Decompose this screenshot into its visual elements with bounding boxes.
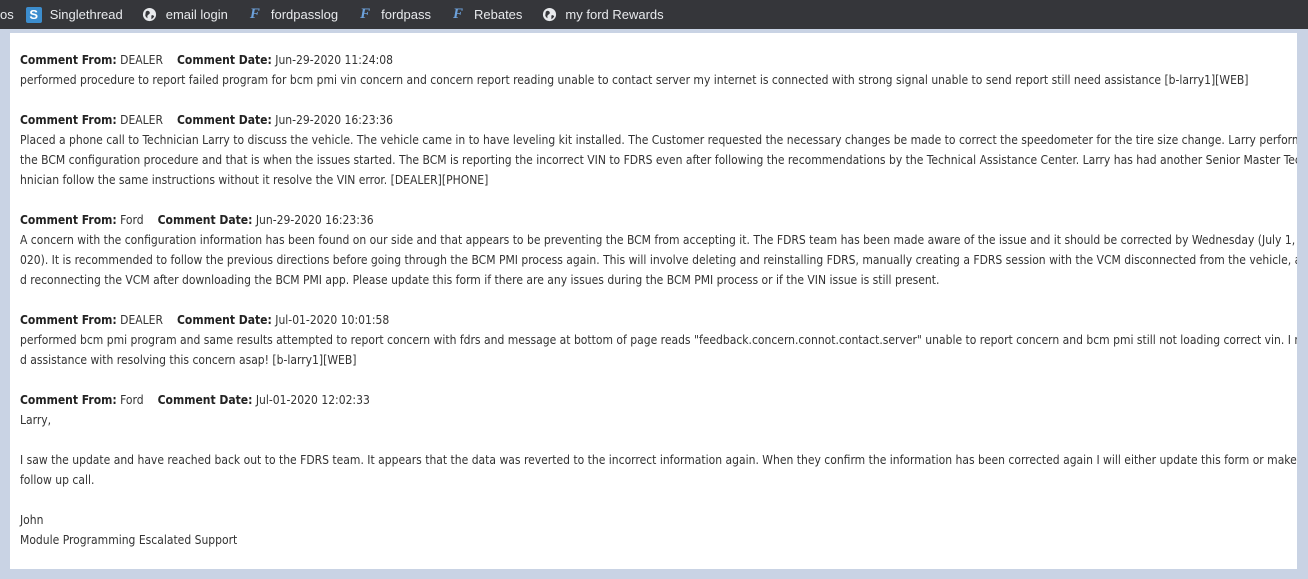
comment-from-label: Comment From: [20,53,117,67]
comment-body-line: A concern with the configuration informa… [20,233,1297,247]
fordpass-icon: F [452,6,463,22]
bookmark-item[interactable]: F Rebates [450,6,523,23]
comment-entry: Comment From: DEALER Comment Date: Jun-29… [20,50,1290,90]
comment-date-label: Comment Date: [177,113,272,127]
comment-date-label: Comment Date: [157,393,253,407]
bookmark-truncated[interactable]: os [0,7,14,22]
comment-body-line: d assistance with resolving this concern… [20,353,357,367]
comment-date-value: Jun-29-2020 16:23:36 [255,213,374,227]
bookmark-item[interactable]: my ford Rewards [541,7,664,23]
comment-date-value: Jun-29-2020 11:24:08 [275,53,394,67]
comment-from-label: Comment From: [20,393,117,407]
comment-list: Comment From: DEALER Comment Date: Jun-29… [10,33,1297,550]
comment-date-label: Comment Date: [177,313,272,327]
comment-body-line: 020). It is recommended to follow the pr… [20,253,1297,267]
comment-from-label: Comment From: [20,213,117,227]
comment-body-line: d reconnecting the VCM after downloading… [20,273,940,287]
bookmark-label: email login [165,7,228,22]
comment-date-value: Jul-01-2020 10:01:58 [275,313,390,327]
comment-blank-line [20,430,1290,450]
bookmark-item[interactable]: Ffordpasslog [247,6,339,23]
comment-entry: Comment From: DEALER Comment Date: Jun-29… [20,110,1297,190]
comment-entry: Comment From: DEALER Comment Date: Jul-01… [20,310,1297,370]
comment-body-line: John [20,513,44,527]
comment-date-value: Jul-01-2020 12:02:33 [255,393,370,407]
comment-entry: Comment From: Ford Comment Date: Jul-01-2… [20,390,1297,550]
comment-entry: Comment From: Ford Comment Date: Jun-29-2… [20,210,1297,290]
comment-body-line: hnician follow the same instructions wit… [20,173,489,187]
fordpass-icon: F [249,6,260,22]
comments-panel: Comment From: DEALER Comment Date: Jun-29… [10,33,1297,569]
bookmark-list: S Singlethread email login Ffordpasslog Ffor… [25,6,683,23]
bookmark-item[interactable]: S Singlethread [25,6,123,23]
comment-from-value: DEALER [120,53,163,67]
bookmark-label: Singlethread [49,7,123,22]
bookmark-item[interactable]: Ffordpass [357,6,431,23]
comment-meta: Comment From: DEALER Comment Date: Jun-29… [20,50,1290,70]
comment-date-label: Comment Date: [177,53,272,67]
comment-body-line: performed bcm pmi program and same resul… [20,333,1297,347]
comment-from-value: Ford [120,213,144,227]
comment-body-line: I saw the update and have reached back o… [20,453,1297,467]
globe-icon [142,7,158,23]
bookmark-label: Rebates [473,7,523,22]
comment-body-line: performed procedure to report failed pro… [20,73,1249,87]
comment-body-line: Placed a phone call to Technician Larry … [20,133,1297,147]
globe-icon [541,7,557,23]
bookmarks-bar: os S Singlethread email login Ffordpasslog F… [0,0,1308,29]
comment-body-line: Larry, [20,413,52,427]
comment-meta: Comment From: Ford Comment Date: Jul-01-2… [20,390,1290,410]
comment-from-label: Comment From: [20,113,117,127]
comment-body-line: follow up call. [20,473,95,487]
comment-from-value: Ford [120,393,144,407]
comment-from-value: DEALER [120,313,163,327]
singlethread-s-icon: S [25,6,42,23]
fordpass-icon: F [360,6,371,22]
bookmark-label: my ford Rewards [565,7,664,22]
comment-date-label: Comment Date: [157,213,253,227]
bookmark-label: fordpasslog [270,7,339,22]
comment-meta: Comment From: DEALER Comment Date: Jul-01… [20,310,1290,330]
comment-body-line: Module Programming Escalated Support [20,533,238,547]
comment-date-value: Jun-29-2020 16:23:36 [275,113,394,127]
comment-body-line: the BCM configuration procedure and that… [20,153,1297,167]
comment-blank-line [20,490,1290,510]
comment-from-label: Comment From: [20,313,117,327]
comment-meta: Comment From: Ford Comment Date: Jun-29-2… [20,210,1290,230]
bookmark-label: fordpass [381,7,431,22]
page-frame: Comment From: DEALER Comment Date: Jun-29… [0,29,1308,579]
comment-meta: Comment From: DEALER Comment Date: Jun-29… [20,110,1290,130]
comment-from-value: DEALER [120,113,163,127]
bookmark-item[interactable]: email login [142,7,228,23]
